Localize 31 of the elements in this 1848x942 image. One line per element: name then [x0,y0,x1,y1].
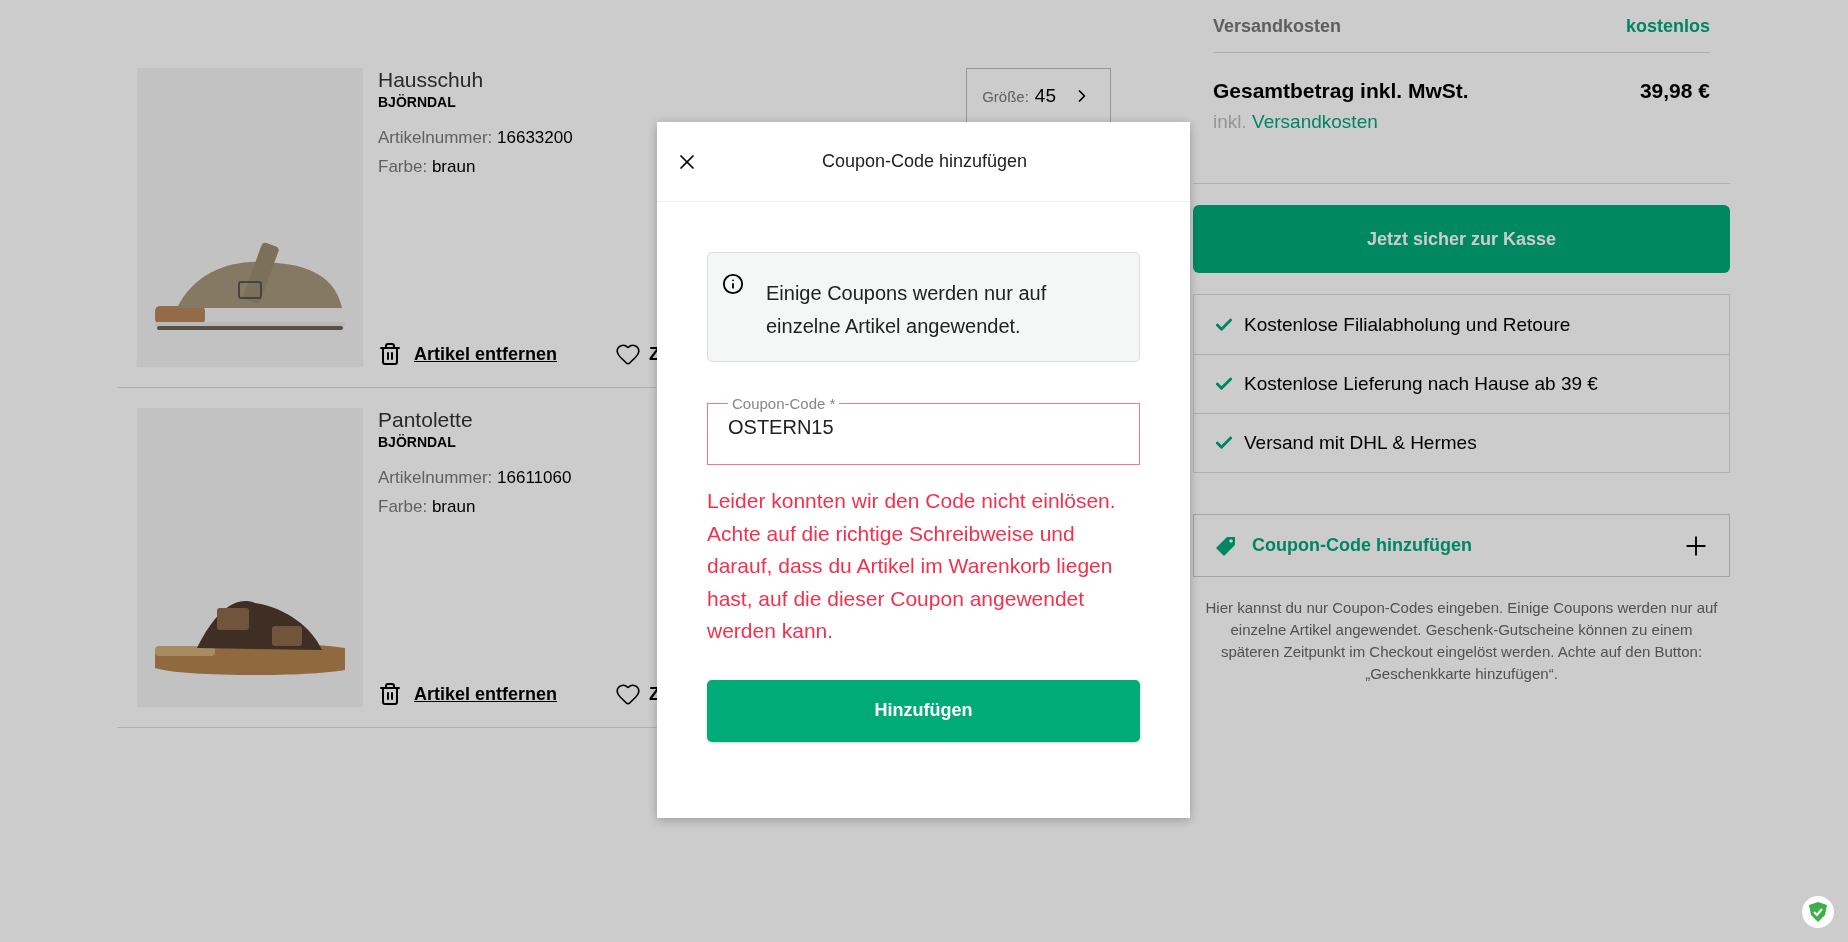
benefit-text: Kostenlose Filialabholung und Retoure [1244,313,1571,336]
field-label: Coupon-Code * [731,395,837,412]
info-text: Einige Coupons werden nur auf einzelne Artikel angewendet. [766,281,1048,339]
article-number: Artikelnummer: 16633200 [378,127,573,149]
error-message: Leider konnten wir den Code nicht einlösen. Achte auf die richtige Schreibweise und darauf, dass du Artikel im Warenkorb liegen hast, auf die dieser Coupon angewendet werden kann. [707,488,1117,644]
product-color: Farbe: braun [378,156,477,178]
dialog-title: Coupon-Code hinzufügen [820,151,1029,172]
coupon-code-field[interactable]: Coupon-Code * OSTERN15 [707,395,1140,465]
shipping-value: kostenlos [1625,15,1710,37]
benefit-text: Kostenlose Lieferung nach Hause ab 39 € [1244,373,1598,395]
brand-name: BJÖRNDAL [378,94,457,110]
coupon-note: Hier kannst du nur Coupon-Codes eingeben. Einige Coupons werden nur auf einzelne Artikel angewendet. Geschenk-Gutscheine können zu einem späteren Zeitpunkt im Checkout eingelöst werden. Achte auf den Button: „Geschenkkarte hinzufügen“. [1204,598,1719,684]
info-icon [722,273,744,295]
product-type: Hausschuh [378,68,485,92]
trash-icon[interactable] [378,682,402,706]
heart-icon[interactable] [615,681,642,707]
remove-link[interactable]: Artikel entfernen [414,343,558,365]
shipping-label: Versandkosten [1213,15,1342,37]
product-type: Pantolette [378,408,474,432]
heart-icon[interactable] [615,341,642,367]
brand-name: BJÖRNDAL [378,434,457,450]
product-color: Farbe: braun [378,496,477,518]
total-price: 39,98 € [1639,79,1710,103]
article-number: Artikelnummer: 16611060 [378,467,572,489]
size-selector[interactable]: Größe: 45 [966,68,1111,124]
coupon-code-input[interactable]: OSTERN15 [728,416,1119,439]
remove-link[interactable]: Artikel entfernen [414,683,558,705]
benefit-text: Versand mit DHL & Hermes [1244,432,1477,454]
shield-icon[interactable] [1808,901,1828,923]
trash-icon[interactable] [378,342,402,366]
total-label: Gesamtbetrag inkl. MwSt. [1213,79,1469,103]
